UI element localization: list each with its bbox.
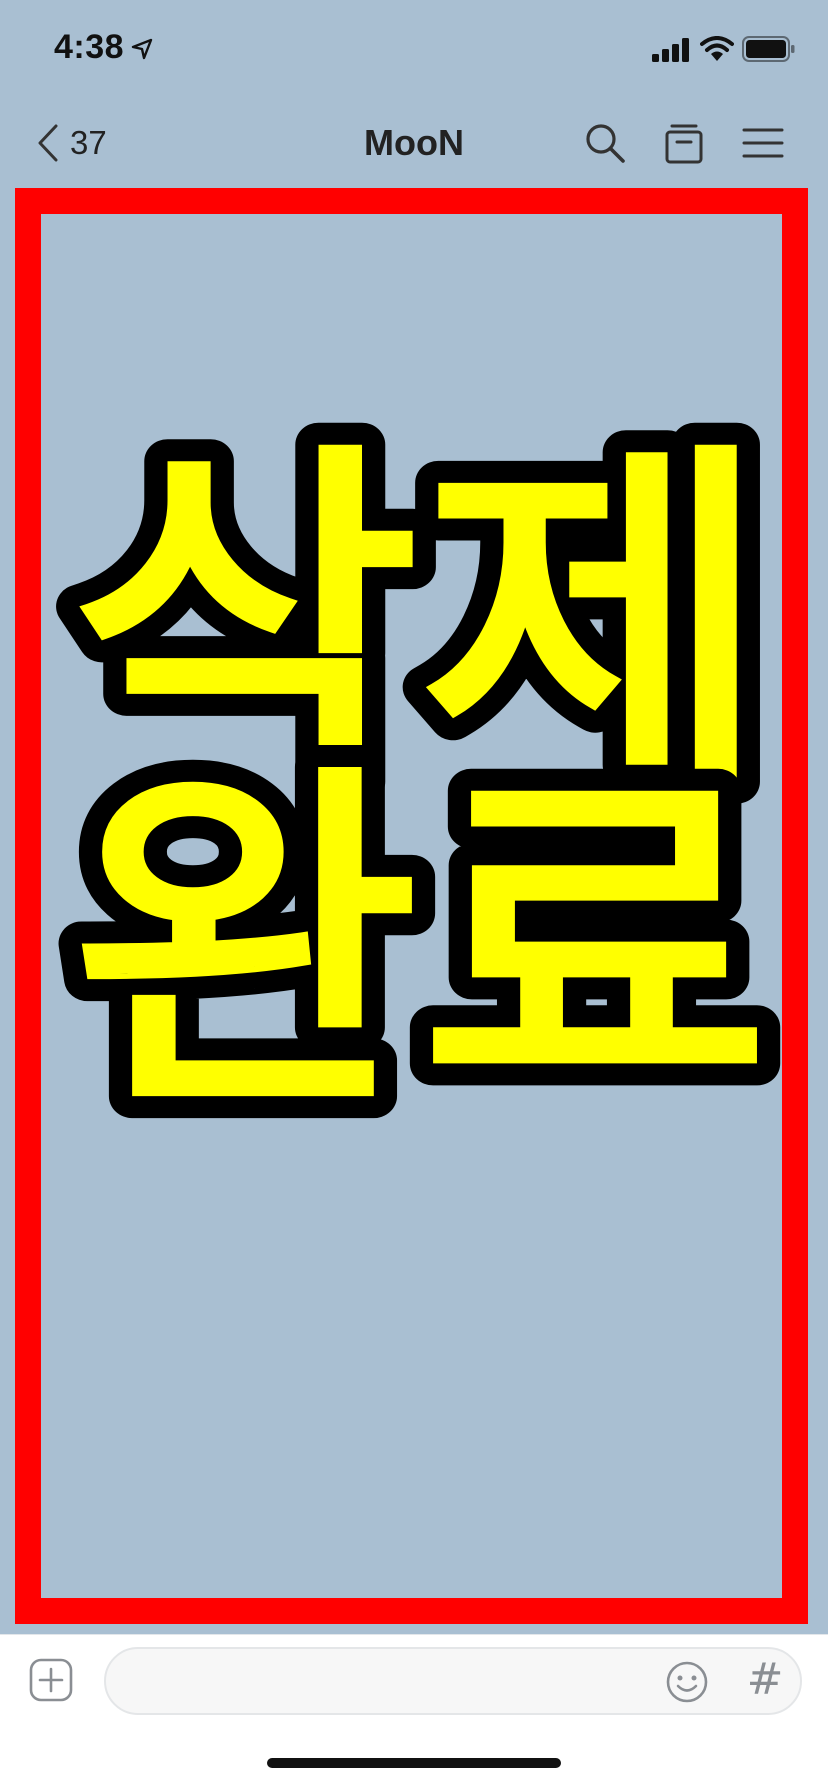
home-indicator <box>267 1758 561 1768</box>
chat-header: 37 MooN <box>0 100 828 188</box>
menu-icon <box>742 128 784 158</box>
archive-box-icon <box>665 124 703 164</box>
wifi-icon <box>700 36 734 61</box>
back-button[interactable]: 37 <box>36 118 107 168</box>
search-icon <box>586 124 625 163</box>
notice-text-line2: 완료 <box>70 736 770 1155</box>
plus-square-icon[interactable] <box>28 1657 74 1703</box>
cellular-signal-icon <box>652 38 689 62</box>
status-time: 4:38 <box>54 28 125 66</box>
chat-screen: 4:38 37 MooN 삭제 완료 # <box>0 0 828 1792</box>
menu-button[interactable] <box>738 118 788 168</box>
unread-chat-count: 37 <box>70 124 107 161</box>
deleted-notice-image[interactable]: 삭제 완료 <box>15 188 808 1624</box>
chat-room-title: MooN <box>364 122 464 163</box>
notice-text-graphic: 삭제 완료 <box>48 392 792 1177</box>
hashtag-icon[interactable]: # <box>740 1655 790 1705</box>
chat-message-area[interactable]: 삭제 완료 <box>0 188 828 1634</box>
emoji-smile-icon[interactable] <box>664 1659 710 1705</box>
battery-icon <box>742 36 795 62</box>
message-input-bar: # <box>0 1634 828 1792</box>
location-arrow-icon <box>131 38 153 60</box>
chevron-left-icon <box>38 124 58 162</box>
status-bar: 4:38 <box>0 0 828 100</box>
drawer-button[interactable] <box>659 118 709 168</box>
search-button[interactable] <box>580 118 630 168</box>
